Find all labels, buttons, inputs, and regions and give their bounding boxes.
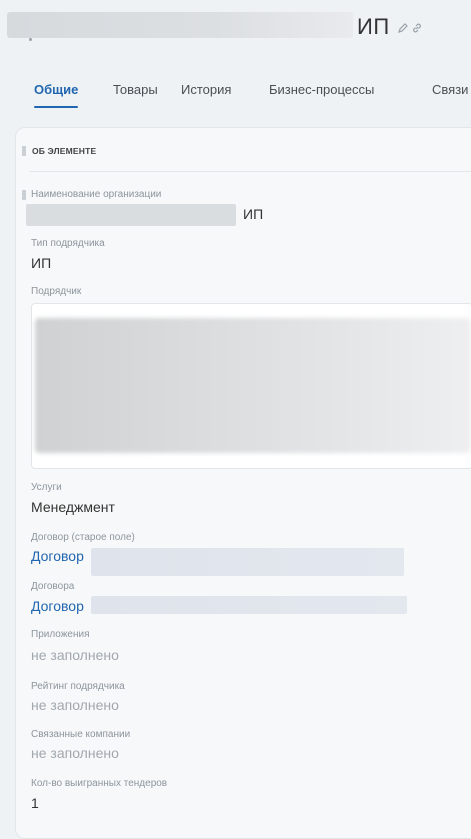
tab-links[interactable]: Связи xyxy=(432,82,468,97)
services-label: Услуги xyxy=(31,482,62,493)
link-icon[interactable] xyxy=(411,22,423,34)
org-name-redacted xyxy=(26,204,236,226)
page-title-suffix: ИП xyxy=(357,14,390,39)
tab-general[interactable]: Общие xyxy=(34,82,79,108)
drag-handle-icon[interactable] xyxy=(22,146,26,156)
drag-handle-icon[interactable] xyxy=(22,190,26,200)
org-name-value: ИП xyxy=(243,206,264,222)
tenders-won-value: 1 xyxy=(31,795,39,811)
rating-value: не заполнено xyxy=(31,697,119,713)
contract-old-label: Договор (старое поле) xyxy=(31,532,135,543)
attachments-label: Приложения xyxy=(31,629,90,640)
tenders-won-label: Кол-во выигранных тендеров xyxy=(31,778,168,789)
pencil-icon[interactable] xyxy=(397,22,409,34)
contractor-label: Подрядчик xyxy=(31,286,82,297)
section-title: ОБ ЭЛЕМЕНТЕ xyxy=(32,146,97,156)
contractor-type-value: ИП xyxy=(31,255,52,271)
contracts-redacted xyxy=(91,596,407,614)
services-value: Менеджмент xyxy=(31,499,115,515)
tab-business-processes[interactable]: Бизнес-процессы xyxy=(269,82,374,97)
related-companies-label: Связанные компании xyxy=(31,729,131,740)
contracts-label: Договора xyxy=(31,581,75,592)
tab-history[interactable]: История xyxy=(181,82,231,97)
section-divider xyxy=(30,171,471,172)
title-dot xyxy=(29,38,32,41)
contracts-link[interactable]: Договор xyxy=(31,598,84,614)
related-companies-value: не заполнено xyxy=(31,745,119,761)
contractor-redacted xyxy=(35,318,471,453)
rating-label: Рейтинг подрядчика xyxy=(31,681,125,692)
attachments-value: не заполнено xyxy=(31,647,119,663)
contract-old-link[interactable]: Договор xyxy=(31,548,84,564)
contractor-type-label: Тип подрядчика xyxy=(31,238,105,249)
contract-old-redacted xyxy=(91,548,404,576)
org-name-label: Наименование организации xyxy=(31,189,162,200)
page-title-redacted xyxy=(7,12,353,38)
tabs-bar: Общие Товары История Бизнес-процессы Свя… xyxy=(0,82,471,112)
tab-products[interactable]: Товары xyxy=(113,82,158,97)
